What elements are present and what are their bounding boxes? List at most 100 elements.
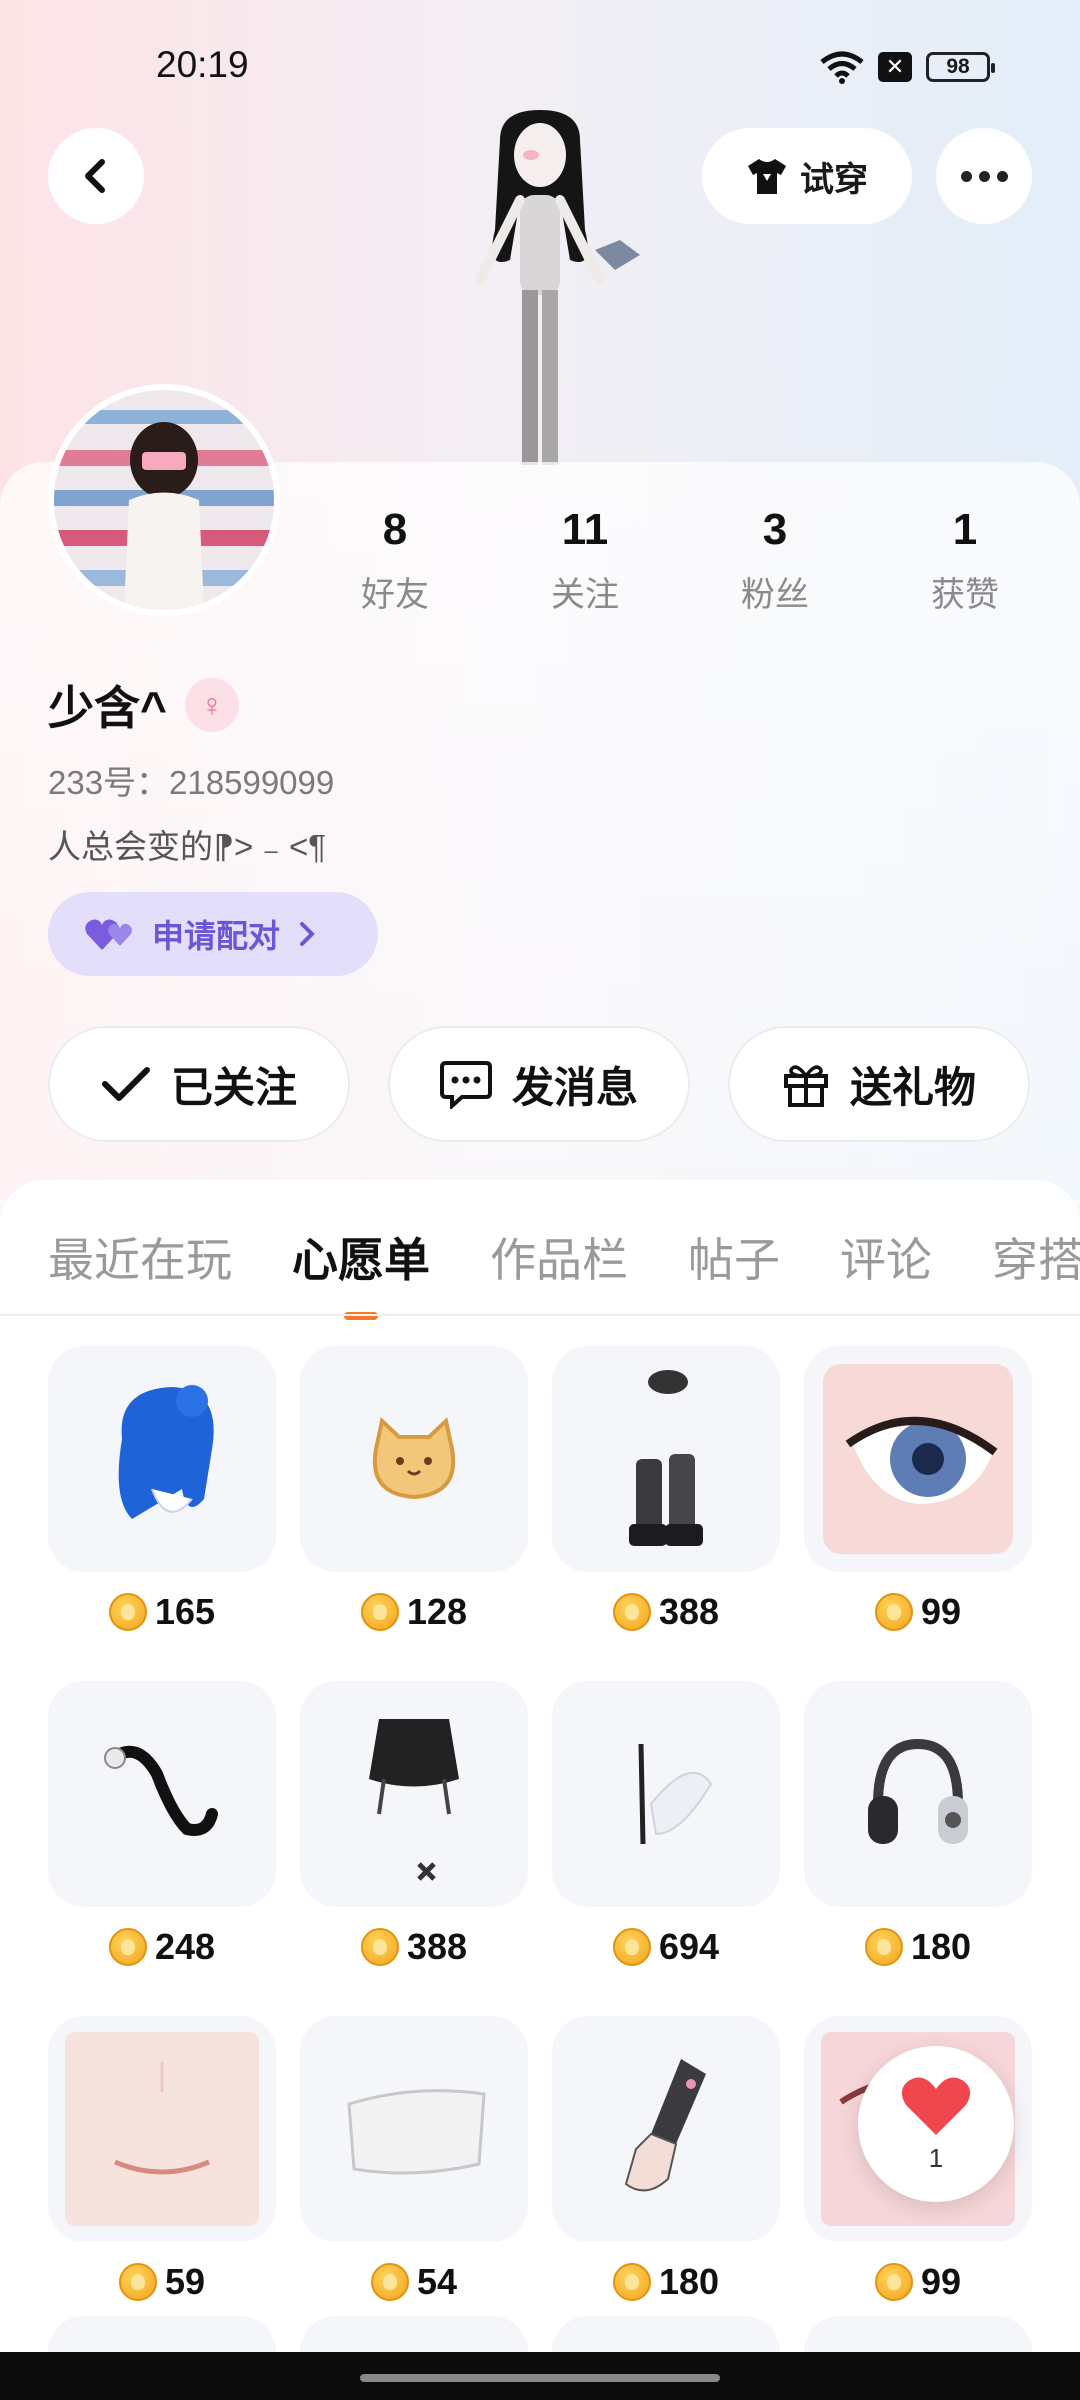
item-price: 248 — [48, 1923, 276, 1971]
send-message-button[interactable]: 发消息 — [388, 1026, 690, 1142]
coin-icon — [108, 1593, 147, 1631]
wishlist-item[interactable]: 694 — [552, 1681, 780, 1971]
price-value: 388 — [406, 1926, 468, 1967]
content-area: 最近在玩 心愿单 作品栏 帖子 评论 穿搭 165 128 388 99 248… — [0, 1180, 1080, 2400]
price-value: 128 — [406, 1591, 468, 1632]
item-card[interactable] — [804, 1681, 1032, 1907]
item-card[interactable] — [48, 2316, 276, 2356]
item-price: 694 — [552, 1923, 780, 1971]
coin-icon — [360, 1593, 399, 1631]
wing-icon — [638, 1743, 713, 1845]
mouth-icon — [65, 2032, 259, 2226]
item-price: 180 — [552, 2258, 780, 2306]
more-dot — [996, 170, 1008, 182]
stat-label: 关注 — [551, 576, 619, 614]
stat-label: 好友 — [361, 576, 429, 614]
wishlist-item[interactable]: 180 — [804, 1681, 1032, 1971]
pairing-label: 申请配对 — [152, 918, 281, 954]
tab-works[interactable]: 作品栏 — [490, 1224, 628, 1290]
try-on-button[interactable]: 试穿 — [702, 128, 912, 224]
item-price: 128 — [300, 1588, 528, 1636]
item-card[interactable] — [300, 1681, 528, 1907]
tab-recently-played[interactable]: 最近在玩 — [48, 1224, 232, 1290]
item-price: 180 — [804, 1923, 1032, 1971]
stat-value: 1 — [952, 505, 978, 554]
coin-icon — [874, 2263, 913, 2301]
tabs-divider — [0, 1314, 1080, 1316]
like-count: 1 — [928, 2142, 944, 2173]
item-card[interactable] — [804, 2316, 1032, 2356]
item-card[interactable] — [552, 1346, 780, 1572]
wishlist-item[interactable]: 128 — [300, 1346, 528, 1636]
coin-icon — [118, 2263, 157, 2301]
profile-actions: 已关注 发消息 送礼物 — [48, 1026, 1032, 1142]
price-value: 694 — [658, 1926, 720, 1967]
item-card[interactable] — [552, 1681, 780, 1907]
followed-button[interactable]: 已关注 — [48, 1026, 350, 1142]
chevron-left-icon — [85, 159, 105, 193]
cat-bread-icon — [372, 1417, 456, 1500]
wishlist-item[interactable]: 99 — [804, 1346, 1032, 1636]
request-pairing-button[interactable]: 申请配对 — [48, 892, 378, 976]
item-card[interactable] — [552, 2316, 780, 2356]
item-card[interactable] — [48, 2016, 276, 2242]
checkmark-icon — [101, 1067, 150, 1101]
user-bio: 人总会变的⁋> ₋ <¶ — [48, 828, 327, 865]
item-card[interactable] — [300, 1346, 528, 1572]
tshirt-icon — [748, 159, 786, 194]
tail-icon — [104, 1745, 218, 1836]
wishlist-item[interactable]: 248 — [48, 1681, 276, 1971]
profile-avatar[interactable] — [48, 384, 280, 616]
coin-icon — [360, 1928, 399, 1966]
avatar-3d-figure[interactable] — [420, 110, 660, 465]
price-value: 165 — [154, 1591, 216, 1632]
stat-following[interactable]: 11 关注 — [490, 505, 680, 616]
wishlist-item[interactable]: 59 — [48, 2016, 276, 2306]
home-gesture-handle[interactable] — [360, 2374, 720, 2382]
pillow-icon — [347, 2089, 486, 2175]
stat-label: 获赞 — [931, 576, 999, 614]
price-value: 388 — [658, 1591, 720, 1632]
tab-comments[interactable]: 评论 — [840, 1224, 932, 1290]
stat-value: 11 — [561, 505, 609, 554]
item-card[interactable] — [300, 2316, 528, 2356]
item-card[interactable] — [48, 1346, 276, 1572]
like-float-button[interactable]: 1 — [858, 2046, 1014, 2202]
glove-icon — [624, 2059, 706, 2192]
wishlist-item[interactable]: 180 — [552, 2016, 780, 2306]
profile-stats: 8 好友 11 关注 3 粉丝 1 获赞 — [300, 505, 1060, 616]
price-value: 248 — [154, 1926, 216, 1967]
item-card[interactable] — [300, 2016, 528, 2242]
stat-fans[interactable]: 3 粉丝 — [680, 505, 870, 616]
battery-level: 98 — [946, 55, 970, 78]
wishlist-item[interactable]: 388 — [300, 1681, 528, 1971]
chat-bubble-icon — [439, 1061, 492, 1109]
system-nav-bar — [0, 2352, 1080, 2400]
price-value: 59 — [164, 2261, 206, 2302]
wishlist-item[interactable]: 54 — [300, 2016, 528, 2306]
tab-wishlist[interactable]: 心愿单 — [292, 1224, 430, 1320]
wishlist-item[interactable]: 388 — [552, 1346, 780, 1636]
item-card[interactable] — [552, 2016, 780, 2242]
try-on-label: 试穿 — [800, 160, 868, 199]
stat-friends[interactable]: 8 好友 — [300, 505, 490, 616]
tab-posts[interactable]: 帖子 — [688, 1224, 780, 1290]
stat-likes[interactable]: 1 获赞 — [870, 505, 1060, 616]
username-row: 少含^ ♀ — [48, 672, 239, 738]
username: 少含^ — [48, 682, 167, 734]
send-gift-button[interactable]: 送礼物 — [728, 1026, 1030, 1142]
avatar-photo-image — [54, 390, 274, 610]
item-card[interactable] — [804, 1346, 1032, 1572]
stat-value: 8 — [382, 505, 408, 554]
battery-icon: 98 — [926, 52, 995, 82]
item-price: 388 — [300, 1923, 528, 1971]
next-row-partial — [48, 2316, 1032, 2356]
tab-outfits[interactable]: 穿搭 — [992, 1224, 1080, 1290]
back-button[interactable] — [48, 128, 144, 224]
more-options-button[interactable] — [936, 128, 1032, 224]
item-card[interactable] — [48, 1681, 276, 1907]
price-value: 99 — [920, 2261, 962, 2302]
price-value: 180 — [658, 2261, 720, 2302]
wishlist-item[interactable]: 165 — [48, 1346, 276, 1636]
coin-icon — [612, 2263, 651, 2301]
